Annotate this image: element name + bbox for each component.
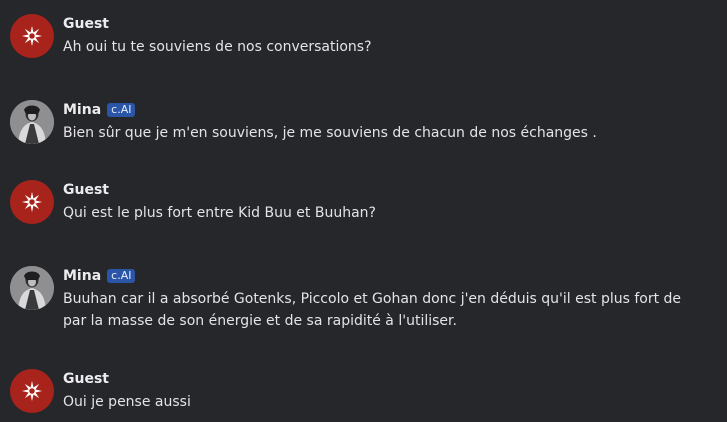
author-name: Guest — [63, 182, 109, 198]
author-name: Guest — [63, 16, 109, 32]
chat-message: Guest Oui je pense aussi — [10, 369, 703, 413]
ai-badge: c.AI — [107, 103, 136, 117]
chat-message: Guest Ah oui tu te souviens de nos conve… — [10, 14, 703, 58]
message-line: Buuhan car il a absorbé Gotenks, Piccolo… — [63, 291, 682, 307]
message-text: Buuhan car il a absorbé Gotenks, Piccolo… — [63, 288, 703, 332]
chat-message: Guest Qui est le plus fort entre Kid Buu… — [10, 180, 703, 224]
starburst-icon — [21, 191, 43, 213]
starburst-icon — [21, 380, 43, 402]
guest-avatar[interactable] — [10, 180, 54, 224]
message-text: Qui est le plus fort entre Kid Buu et Bu… — [63, 205, 376, 221]
ai-badge: c.AI — [107, 269, 136, 283]
message-text: Oui je pense aussi — [63, 394, 191, 410]
chat-message: Mina c.AI Bien sûr que je m'en souviens,… — [10, 100, 703, 144]
author-name: Mina — [63, 268, 102, 284]
message-line: par la masse de son énergie et de sa rap… — [63, 313, 457, 329]
character-avatar-icon — [10, 266, 54, 310]
author-name: Guest — [63, 371, 109, 387]
message-text: Bien sûr que je m'en souviens, je me sou… — [63, 125, 597, 141]
guest-avatar[interactable] — [10, 14, 54, 58]
chat-message: Mina c.AI Buuhan car il a absorbé Gotenk… — [10, 266, 703, 332]
message-text: Ah oui tu te souviens de nos conversatio… — [63, 39, 372, 55]
guest-avatar[interactable] — [10, 369, 54, 413]
mina-avatar[interactable] — [10, 100, 54, 144]
author-name: Mina — [63, 102, 102, 118]
character-avatar-icon — [10, 100, 54, 144]
starburst-icon — [21, 25, 43, 47]
mina-avatar[interactable] — [10, 266, 54, 310]
